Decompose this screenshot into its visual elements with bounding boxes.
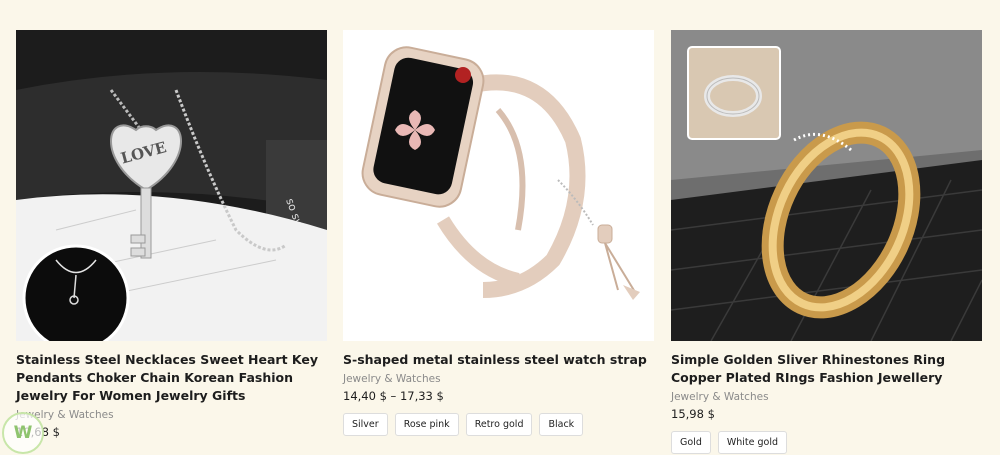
variant-chip-retro-gold[interactable]: Retro gold	[465, 413, 533, 436]
badge-letter: W	[13, 423, 33, 443]
variant-chip-silver[interactable]: Silver	[343, 413, 388, 436]
variant-chip-white-gold[interactable]: White gold	[717, 431, 787, 454]
shield-leaf-icon[interactable]: W	[2, 412, 44, 454]
product-title[interactable]: Simple Golden Sliver Rhinestones Ring Co…	[671, 351, 982, 387]
variant-chip-gold[interactable]: Gold	[671, 431, 711, 454]
product-price: 15,98 $	[671, 407, 715, 421]
variant-chip-rose-pink[interactable]: Rose pink	[394, 413, 459, 436]
variant-chip-black[interactable]: Black	[539, 413, 584, 436]
product-image-watch-strap[interactable]	[343, 30, 654, 341]
product-card-watch-strap[interactable]: S-shaped metal stainless steel watch str…	[343, 30, 654, 436]
product-title[interactable]: Stainless Steel Necklaces Sweet Heart Ke…	[16, 351, 327, 405]
product-card-ring[interactable]: Simple Golden Sliver Rhinestones Ring Co…	[671, 30, 982, 454]
product-price: 14,40 $ – 17,33 $	[343, 389, 444, 403]
product-image-necklace[interactable]: so sweet LOVE	[16, 30, 327, 341]
product-card-necklace[interactable]: so sweet LOVE Stainless Steel Necklaces …	[16, 30, 327, 439]
variant-swatches: Silver Rose pink Retro gold Black	[343, 413, 654, 436]
product-title[interactable]: S-shaped metal stainless steel watch str…	[343, 351, 654, 369]
product-image-ring[interactable]	[671, 30, 982, 341]
product-price: 10,68 $	[16, 425, 60, 439]
product-category[interactable]: Jewelry & Watches	[16, 409, 327, 421]
variant-swatches: Gold White gold	[671, 431, 982, 454]
product-category[interactable]: Jewelry & Watches	[671, 391, 982, 403]
product-category[interactable]: Jewelry & Watches	[343, 373, 654, 385]
